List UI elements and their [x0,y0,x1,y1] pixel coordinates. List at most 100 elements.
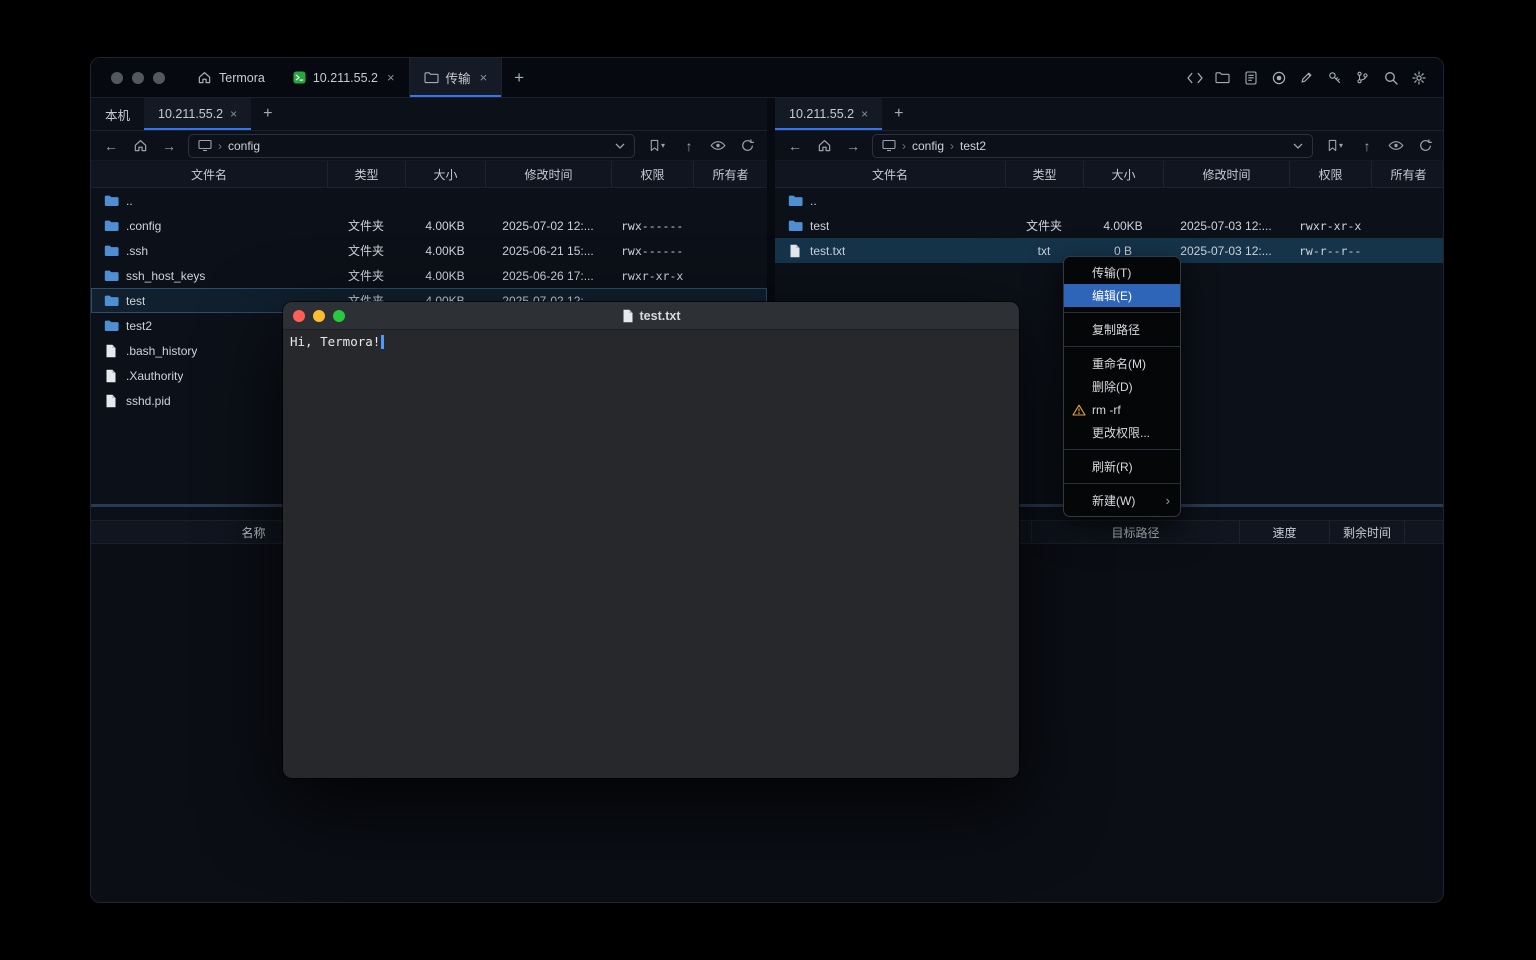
column-header-type[interactable]: 类型 [327,161,405,187]
computer-icon [198,139,212,152]
path-dropdown-icon[interactable] [615,143,625,149]
column-header-owner[interactable]: 所有者 [693,161,767,187]
tab-close-icon[interactable]: × [230,107,237,121]
home-button[interactable] [814,136,834,156]
tab-close-icon[interactable]: × [861,107,868,121]
bookmark-button[interactable]: ▾ [644,136,670,156]
zoom-button[interactable] [153,72,165,84]
menu-separator [1064,483,1180,484]
path-dropdown-icon[interactable] [1293,143,1303,149]
file-name-cell: .. [775,188,1005,213]
text-cursor [381,335,384,349]
search-icon[interactable] [1382,69,1399,86]
menu-item-label: 刷新(R) [1092,458,1133,475]
up-directory-button[interactable]: ↑ [1357,136,1377,156]
left-panel-path-field[interactable]: ›config [188,134,635,158]
left-panel-tab-1[interactable]: 10.211.55.2× [144,98,251,130]
menu-item-0[interactable]: 传输(T) [1064,261,1180,284]
column-header-perm[interactable]: 权限 [1289,161,1371,187]
column-header-mtime[interactable]: 修改时间 [485,161,611,187]
file-name: test2 [126,319,152,333]
app-tab-1[interactable]: 10.211.55.2 × [279,58,409,97]
log-icon[interactable] [1242,69,1259,86]
editor-title-text: test.txt [640,309,681,323]
column-header-size[interactable]: 大小 [405,161,485,187]
folder-icon [103,244,119,257]
tab-close-icon[interactable]: × [387,70,395,85]
file-permissions: rwx------ [611,238,693,263]
menu-item-8[interactable]: 更改权限... [1064,421,1180,444]
column-header-name[interactable]: 文件名 [775,161,1005,187]
editor-text-area[interactable]: Hi, Termora! [283,330,1019,353]
forward-button[interactable]: → [159,136,179,156]
code-icon[interactable] [1186,69,1203,86]
file-row[interactable]: ssh_host_keys文件夹4.00KB2025-06-26 17:...r… [91,263,767,288]
file-row[interactable]: .. [775,188,1444,213]
column-header-size[interactable]: 大小 [1083,161,1163,187]
menu-separator [1064,346,1180,347]
transfer-column-header[interactable]: 剩余时间 [1329,521,1404,543]
menu-item-1[interactable]: 编辑(E) [1064,284,1180,307]
file-name: test [810,219,829,233]
app-tab-2[interactable]: 传输× [409,58,503,97]
file-name-cell: test [775,213,1005,238]
column-header-perm[interactable]: 权限 [611,161,693,187]
transfer-column-header[interactable]: 目标路径 [1031,521,1239,543]
editor-titlebar[interactable]: test.txt [283,302,1019,330]
menu-item-10[interactable]: 刷新(R) [1064,455,1180,478]
left-panel-tab-0[interactable]: 本机 [91,98,144,130]
back-button[interactable]: ← [101,136,121,156]
breadcrumb-segment[interactable]: config [912,139,944,153]
column-header-mtime[interactable]: 修改时间 [1163,161,1289,187]
left-panel-table-header: 文件名类型大小修改时间权限所有者 [91,161,767,188]
key-icon[interactable] [1326,69,1343,86]
menu-item-3[interactable]: 复制路径 [1064,318,1180,341]
file-row[interactable]: .ssh文件夹4.00KB2025-06-21 15:...rwx------ [91,238,767,263]
left-panel-new-tab-button[interactable]: + [251,98,284,130]
close-button[interactable] [111,72,123,84]
refresh-button[interactable] [737,136,757,156]
forward-button[interactable]: → [843,136,863,156]
file-row[interactable]: test文件夹4.00KB2025-07-03 12:...rwxr-xr-x [775,213,1444,238]
breadcrumb-segment[interactable]: test2 [960,139,986,153]
app-tab-label: 10.211.55.2 [313,71,378,85]
show-hidden-button[interactable] [708,136,728,156]
new-app-tab-button[interactable]: + [502,58,536,97]
file-owner [1371,188,1444,213]
column-header-type[interactable]: 类型 [1005,161,1083,187]
right-panel-tab-0[interactable]: 10.211.55.2× [775,98,882,130]
menu-item-7[interactable]: rm -rf [1064,398,1180,421]
breadcrumb-segment[interactable]: config [228,139,260,153]
app-tab-0[interactable]: Termora [183,58,279,97]
menu-item-5[interactable]: 重命名(M) [1064,352,1180,375]
tab-close-icon[interactable]: × [480,70,488,85]
file-mtime [485,188,611,213]
folder-icon[interactable] [1214,69,1231,86]
record-icon[interactable] [1270,69,1287,86]
right-panel-path-field[interactable]: ›config›test2 [872,134,1313,158]
editor-zoom-button[interactable] [333,310,345,322]
menu-item-6[interactable]: 删除(D) [1064,375,1180,398]
bookmark-button[interactable]: ▾ [1322,136,1348,156]
minimize-button[interactable] [132,72,144,84]
home-button[interactable] [130,136,150,156]
refresh-button[interactable] [1415,136,1435,156]
file-name-cell: .ssh [91,238,327,263]
breadcrumb-separator-icon: › [902,139,906,153]
right-panel-new-tab-button[interactable]: + [882,98,915,130]
branch-icon[interactable] [1354,69,1371,86]
menu-item-12[interactable]: 新建(W)› [1064,489,1180,512]
editor-minimize-button[interactable] [313,310,325,322]
back-button[interactable]: ← [785,136,805,156]
up-directory-button[interactable]: ↑ [679,136,699,156]
pen-icon[interactable] [1298,69,1315,86]
editor-close-button[interactable] [293,310,305,322]
column-header-name[interactable]: 文件名 [91,161,327,187]
transfer-column-header[interactable]: 速度 [1239,521,1329,543]
show-hidden-button[interactable] [1386,136,1406,156]
file-permissions [1289,188,1371,213]
settings-icon[interactable] [1410,69,1427,86]
column-header-owner[interactable]: 所有者 [1371,161,1444,187]
file-row[interactable]: .config文件夹4.00KB2025-07-02 12:...rwx----… [91,213,767,238]
file-row[interactable]: .. [91,188,767,213]
